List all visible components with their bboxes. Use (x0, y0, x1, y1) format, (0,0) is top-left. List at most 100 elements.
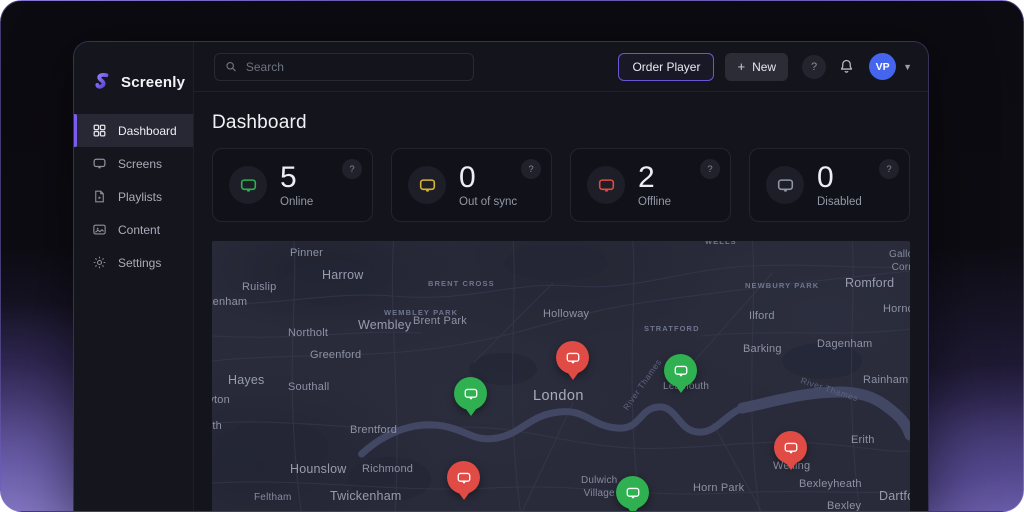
map-place-label: Drayton (212, 394, 230, 406)
page-title: Dashboard (212, 112, 307, 133)
map[interactable]: Pinner Harrow Ruislip Ickenham BRENT CROSS WE… (212, 241, 910, 512)
map-place-label: North (212, 420, 222, 432)
map-place-label: Dagenham (817, 338, 873, 350)
app-window: Screenly Dashboard Screens Playlists Conten… (73, 41, 929, 512)
map-place-label: Richmond (362, 463, 414, 475)
map-place-label: Bexleyheath (799, 478, 862, 490)
stat-help-badge[interactable]: ? (700, 159, 720, 179)
map-place-label: Barking (743, 343, 782, 355)
stat-label: Offline (638, 195, 672, 208)
search-box[interactable] (214, 52, 474, 81)
map-place-label: Erith (851, 434, 875, 446)
stat-label: Out of sync (459, 195, 518, 208)
sidebar-nav: Dashboard Screens Playlists Content Settings (74, 114, 193, 279)
stat-help-badge[interactable]: ? (879, 159, 899, 179)
stat-value: 0 (817, 160, 834, 194)
playlist-icon (92, 189, 107, 204)
stat-label: Disabled (817, 195, 862, 208)
map-place-label: Northolt (288, 327, 329, 339)
plus-icon: + (737, 59, 746, 74)
screen-marker-online[interactable] (664, 354, 697, 387)
screenly-s-icon (95, 73, 109, 89)
map-place-label: Romford (845, 276, 895, 290)
sidebar-item-settings[interactable]: Settings (74, 246, 193, 279)
new-button-label: New (752, 59, 777, 74)
map-place-label: Wembley (358, 318, 412, 332)
screen-marker-offline[interactable] (556, 341, 589, 374)
map-place-label: Brent Park (413, 315, 467, 327)
help-button[interactable]: ? (802, 54, 827, 79)
map-place-label: Holloway (543, 308, 590, 320)
screen-marker-offline[interactable] (447, 461, 480, 494)
stat-label: Online (280, 195, 314, 208)
new-button[interactable]: + New (725, 52, 789, 81)
stat-help-badge[interactable]: ? (521, 159, 541, 179)
stat-card-offline: 2 Offline? (570, 148, 731, 222)
map-place-label: Greenford (310, 349, 362, 361)
map-place-label: Gallows Corner (889, 249, 910, 273)
order-player-button[interactable]: Order Player (618, 52, 715, 81)
map-place-label: Hounslow (290, 462, 347, 476)
screen-status-icon (587, 166, 625, 204)
map-place-label: Feltham (254, 492, 292, 503)
map-place-label: Bexley (827, 500, 862, 512)
stat-card-out-of-sync: 0 Out of sync? (391, 148, 552, 222)
sidebar-item-playlists[interactable]: Playlists (74, 180, 193, 213)
chevron-down-icon[interactable]: ▼ (903, 62, 912, 72)
stat-value: 0 (459, 160, 476, 194)
dashboard-grid-icon (92, 123, 107, 138)
map-place-label: NEWBURY PARK (745, 281, 820, 290)
search-icon (226, 61, 236, 72)
screen-marker-online[interactable] (616, 476, 649, 509)
sidebar-item-content[interactable]: Content (74, 213, 193, 246)
avatar[interactable]: VP (869, 53, 897, 80)
map-place-label: London (533, 388, 584, 404)
map-place-label: Dartford (879, 489, 910, 503)
main-content: Dashboard 5 Online? 0 Out of sync? 2 Offline?… (194, 92, 928, 512)
gear-icon (92, 255, 107, 270)
bell-icon[interactable] (838, 58, 855, 75)
stat-card-disabled: 0 Disabled? (749, 148, 910, 222)
map-place-label: Ruislip (242, 281, 277, 293)
map-place-label: BRENT CROSS (428, 279, 495, 288)
search-input[interactable] (245, 59, 463, 74)
sidebar-item-screens[interactable]: Screens (74, 147, 193, 180)
map-place-label: STRATFORD (644, 324, 700, 333)
map-place-label: Rainham (863, 374, 909, 386)
map-place-label: Twickenham (330, 489, 402, 503)
map-place-label: Dulwich Village (581, 475, 618, 499)
map-place-label: Ickenham (212, 296, 248, 308)
brand-name: Screenly (121, 73, 186, 91)
stat-value: 5 (280, 160, 297, 194)
sidebar-item-label: Dashboard (118, 123, 177, 138)
stat-help-badge[interactable]: ? (342, 159, 362, 179)
map-place-label: Horn Park (693, 482, 745, 494)
map-place-label: Hornchurch (883, 303, 910, 315)
sidebar-item-label: Screens (118, 156, 163, 171)
stat-card-online: 5 Online? (212, 148, 373, 222)
screen-status-icon (229, 166, 267, 204)
sidebar-item-dashboard[interactable]: Dashboard (74, 114, 193, 147)
screen-icon (92, 156, 107, 171)
page-background: Screenly Dashboard Screens Playlists Conten… (0, 0, 1024, 512)
screen-marker-offline[interactable] (774, 431, 807, 464)
screen-marker-online[interactable] (454, 377, 487, 410)
map-place-label: Brentford (350, 424, 398, 436)
brand-logo[interactable]: Screenly (74, 42, 193, 102)
sidebar-item-label: Content (118, 222, 161, 237)
content-image-icon (92, 222, 107, 237)
map-place-label: Hayes (228, 373, 265, 387)
sidebar-item-label: Playlists (118, 189, 163, 204)
map-place-label: Harrow (322, 268, 364, 282)
map-place-label: Pinner (290, 247, 323, 259)
screen-status-icon (766, 166, 804, 204)
screen-status-icon (408, 166, 446, 204)
stat-value: 2 (638, 160, 655, 194)
map-place-label: Southall (288, 381, 330, 393)
map-place-label: Ilford (749, 310, 775, 322)
stat-cards: 5 Online? 0 Out of sync? 2 Offline? 0 Disabled? (212, 148, 910, 222)
topbar: Order Player + New ? VP ▼ (194, 42, 928, 92)
map-place-label: WELLS (705, 241, 737, 246)
sidebar: Screenly Dashboard Screens Playlists Conten… (74, 42, 194, 511)
sidebar-item-label: Settings (118, 255, 162, 270)
